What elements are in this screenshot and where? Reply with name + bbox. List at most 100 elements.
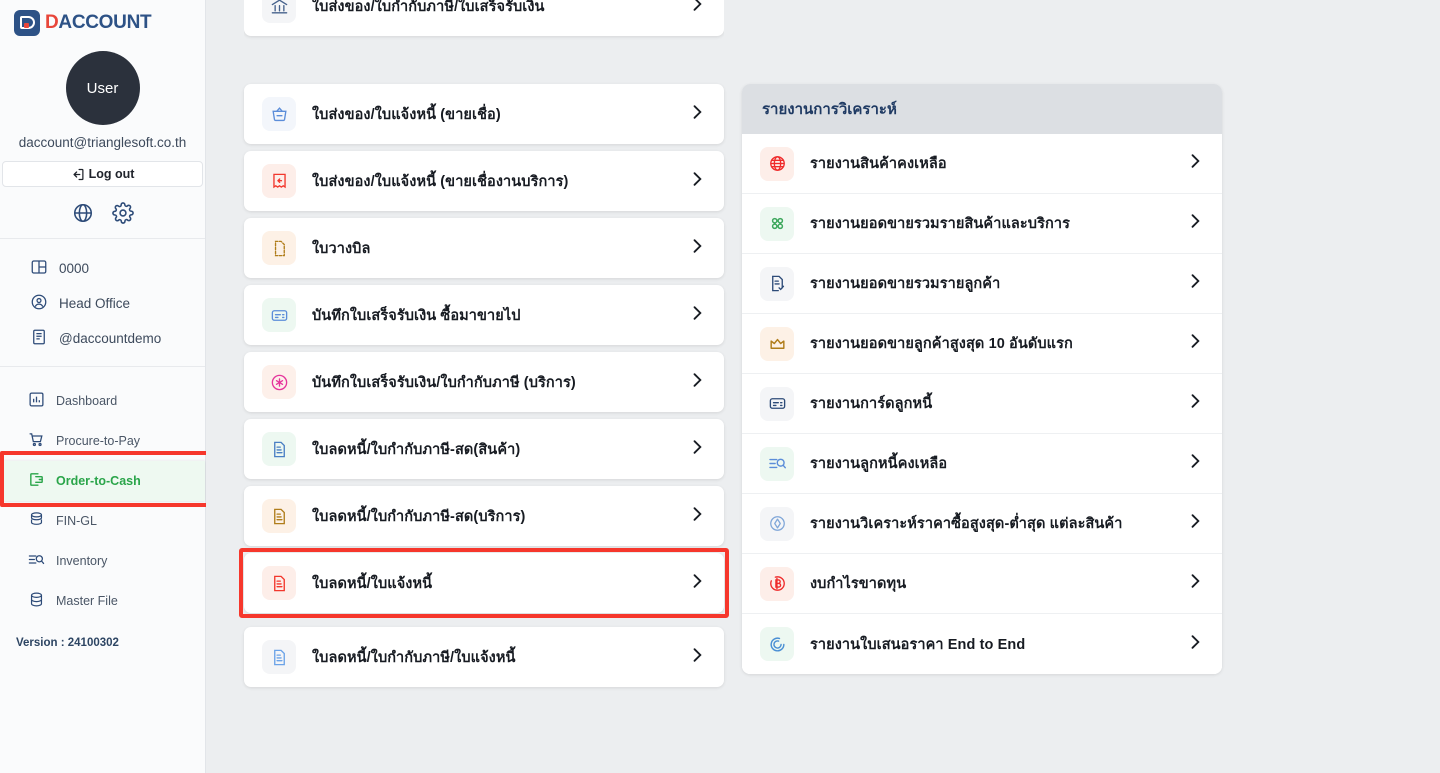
document-label: ใบลดหนี้/ใบกำกับภาษี/ใบแจ้งหนี้ — [312, 649, 516, 666]
logout-label: Log out — [88, 167, 135, 181]
document-card[interactable]: ใบส่งของ/ใบกำกับภาษี/ใบเสร็จรับเงิน — [244, 0, 724, 36]
report-label: งบกำไรขาดทุน — [810, 576, 907, 592]
sidebar-item-procure-to-pay[interactable]: Procure-to-Pay — [0, 421, 205, 461]
chevron-right-icon — [1185, 391, 1205, 416]
asterisk-circle-icon — [262, 365, 296, 399]
org-item-label: @daccountdemo — [59, 331, 162, 346]
globe-icon[interactable] — [72, 202, 94, 224]
org-item-label: 0000 — [59, 261, 90, 276]
bank-icon — [262, 0, 296, 23]
sidebar: DACCOUNT User daccount@trianglesoft.co.t… — [0, 0, 211, 773]
chevron-right-icon — [1185, 451, 1205, 476]
user-block: User daccount@trianglesoft.co.th — [0, 51, 205, 150]
doc-check-icon — [760, 266, 794, 301]
reports-panel: รายงานการวิเคราะห์ รายงานสินค้าคงเหลือ ร… — [742, 84, 1222, 674]
card-note-icon — [262, 298, 296, 332]
company-icon — [30, 258, 48, 279]
document-label: บันทึกใบเสร็จรับเงิน/ใบกำกับภาษี (บริการ… — [312, 374, 576, 391]
org-item-branch[interactable]: Head Office — [0, 286, 205, 321]
org-list: 0000 Head Office @daccountdemo — [0, 239, 205, 367]
document-card[interactable]: ใบลดหนี้/ใบกำกับภาษี/ใบแจ้งหนี้ — [244, 627, 724, 687]
document-label: ใบลดหนี้/ใบกำกับภาษี-สด(สินค้า) — [312, 441, 521, 458]
version-label: Version : 24100302 — [16, 637, 119, 649]
card-note-icon — [760, 386, 794, 421]
document-card[interactable]: ใบส่งของ/ใบแจ้งหนี้ (ขายเชื่องานบริการ) — [244, 151, 724, 211]
coins-icon — [28, 511, 45, 531]
chevron-right-icon — [687, 102, 707, 127]
grid-dots-icon — [760, 206, 794, 241]
report-label: รายงานการ์ดลูกหนี้ — [810, 396, 933, 412]
user-email: daccount@trianglesoft.co.th — [18, 135, 187, 150]
credit-note-icon — [262, 432, 296, 466]
document-card[interactable]: บันทึกใบเสร็จรับเงิน ซื้อมาขายไป — [244, 285, 724, 345]
document-card-highlighted[interactable]: ใบลดหนี้/ใบแจ้งหนี้ — [239, 548, 729, 618]
credit-note-icon — [262, 499, 296, 533]
sidebar-item-label: FIN-GL — [56, 514, 97, 528]
chevron-right-icon — [1185, 151, 1205, 176]
chevron-right-icon — [1185, 571, 1205, 596]
brand-logo[interactable]: DACCOUNT — [0, 0, 205, 45]
report-label: รายงานยอดขายรวมรายลูกค้า — [810, 276, 1001, 292]
basket-icon — [262, 97, 296, 131]
report-label: รายงานใบเสนอราคา End to End — [810, 636, 1026, 653]
daccount-logo-icon — [14, 9, 40, 36]
columns: ใบส่งของ/ใบกำกับภาษี/ใบเสร็จรับเงิน ใบส่… — [206, 0, 1440, 694]
report-label: รายงานยอดขายลูกค้าสูงสุด 10 อันดับแรก — [810, 336, 1073, 352]
report-label: รายงานยอดขายรวมรายสินค้าและบริการ — [810, 216, 1070, 232]
price-analysis-icon — [760, 506, 794, 541]
org-item-account[interactable]: @daccountdemo — [0, 321, 205, 356]
report-card[interactable]: รายงานใบเสนอราคา End to End — [742, 614, 1222, 674]
report-card[interactable]: รายงานวิเคราะห์ราคาซื้อสูงสุด-ต่ำสุด แต่… — [742, 494, 1222, 554]
report-label: รายงานลูกหนี้คงเหลือ — [810, 456, 948, 472]
report-card[interactable]: รายงานยอดขายรวมรายลูกค้า — [742, 254, 1222, 314]
document-label: บันทึกใบเสร็จรับเงิน ซื้อมาขายไป — [312, 307, 521, 324]
gear-icon[interactable] — [111, 202, 134, 224]
list-search-icon — [760, 446, 794, 481]
bill-icon — [262, 231, 296, 265]
chevron-right-icon — [687, 0, 707, 19]
document-card[interactable]: บันทึกใบเสร็จรับเงิน/ใบกำกับภาษี (บริการ… — [244, 352, 724, 412]
order-to-cash-icon — [28, 471, 45, 491]
report-label: รายงานวิเคราะห์ราคาซื้อสูงสุด-ต่ำสุด แต่… — [810, 516, 1123, 532]
document-card[interactable]: ใบวางบิล — [244, 218, 724, 278]
sidebar-item-master-file[interactable]: Master File — [0, 581, 205, 621]
dashboard-icon — [28, 391, 45, 411]
report-card[interactable]: รายงานสินค้าคงเหลือ — [742, 134, 1222, 194]
sidebar-item-dashboard[interactable]: Dashboard — [0, 381, 205, 421]
document-card[interactable]: ใบส่งของ/ใบแจ้งหนี้ (ขายเชื่อ) — [244, 84, 724, 144]
org-item-company[interactable]: 0000 — [0, 251, 205, 286]
report-card[interactable]: รายงานลูกหนี้คงเหลือ — [742, 434, 1222, 494]
chevron-right-icon — [687, 236, 707, 261]
globe-report-icon — [760, 146, 794, 181]
receipt-return-icon — [262, 164, 296, 198]
sidebar-item-fin-gl[interactable]: FIN-GL — [0, 501, 205, 541]
database-icon — [28, 591, 45, 611]
user-circle-icon — [30, 293, 48, 314]
inventory-search-icon — [28, 551, 45, 571]
quick-icon-row — [0, 202, 205, 239]
logout-button[interactable]: Log out — [2, 161, 203, 187]
document-label: ใบส่งของ/ใบกำกับภาษี/ใบเสร็จรับเงิน — [312, 0, 545, 15]
report-card[interactable]: รายงานยอดขายรวมรายสินค้าและบริการ — [742, 194, 1222, 254]
sidebar-item-order-to-cash[interactable]: Order-to-Cash — [0, 461, 205, 501]
chevron-right-icon — [1185, 632, 1205, 657]
chevron-right-icon — [1185, 271, 1205, 296]
org-item-label: Head Office — [59, 296, 131, 311]
credit-note-icon — [262, 566, 296, 600]
report-card[interactable]: รายงานการ์ดลูกหนี้ — [742, 374, 1222, 434]
sidebar-item-label: Master File — [56, 594, 118, 608]
report-card[interactable]: งบกำไรขาดทุน — [742, 554, 1222, 614]
chevron-right-icon — [687, 504, 707, 529]
sidebar-item-inventory[interactable]: Inventory — [0, 541, 205, 581]
chevron-right-icon — [687, 169, 707, 194]
sidebar-item-label: Order-to-Cash — [56, 474, 141, 488]
avatar[interactable]: User — [65, 51, 140, 125]
report-card[interactable]: รายงานยอดขายลูกค้าสูงสุด 10 อันดับแรก — [742, 314, 1222, 374]
chevron-right-icon — [687, 437, 707, 462]
brand-rest: ACCOUNT — [58, 11, 152, 33]
document-card[interactable]: ใบลดหนี้/ใบกำกับภาษี-สด(บริการ) — [244, 486, 724, 546]
crown-icon — [760, 326, 794, 361]
document-icon — [30, 328, 48, 349]
document-card[interactable]: ใบลดหนี้/ใบกำกับภาษี-สด(สินค้า) — [244, 419, 724, 479]
chevron-right-icon — [687, 303, 707, 328]
